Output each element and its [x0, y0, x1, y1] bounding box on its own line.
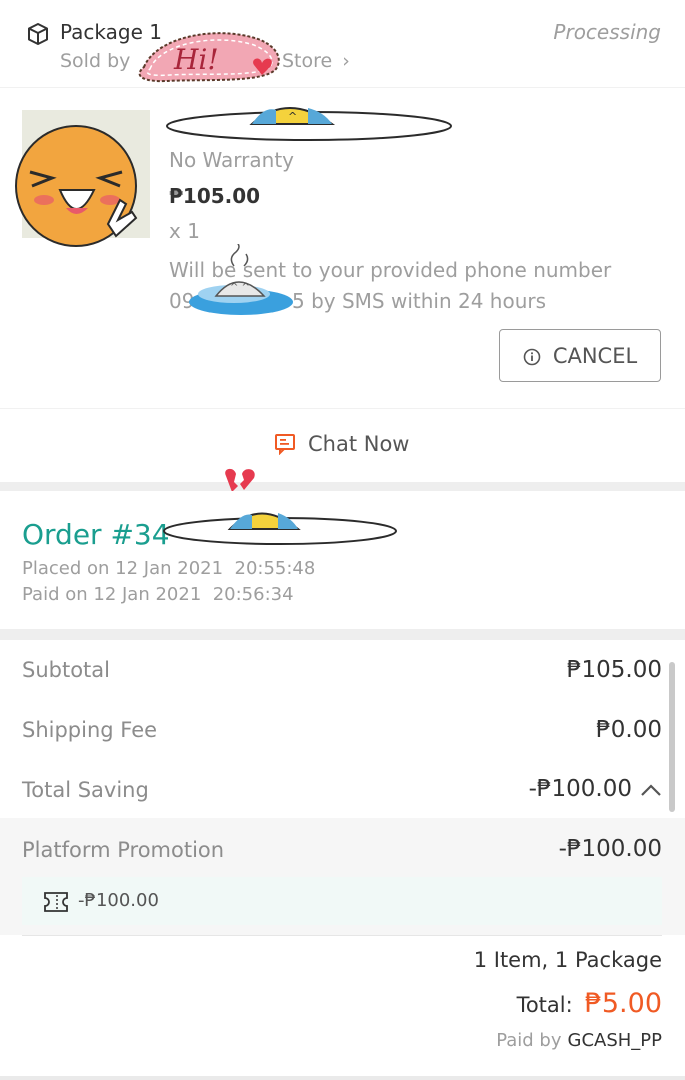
- product-price: ₱105.00: [169, 184, 261, 208]
- total-saving-label: Total Saving: [22, 778, 149, 802]
- chat-icon: [274, 433, 298, 456]
- redaction-blob: ^: [164, 92, 454, 146]
- store-link[interactable]: Store ›: [282, 50, 350, 72]
- chat-now-button[interactable]: Chat Now: [274, 432, 409, 456]
- divider: [0, 408, 685, 409]
- order-total: Total: ₱5.00: [517, 988, 662, 1019]
- total-saving-toggle[interactable]: -₱100.00: [529, 776, 662, 802]
- puddle-sticker: ^ ^: [186, 241, 296, 324]
- voucher-icon: [43, 891, 69, 913]
- paid-by: Paid by GCASH_PP: [496, 1030, 662, 1051]
- voucher-amount: -₱100.00: [78, 890, 159, 911]
- cancel-button[interactable]: CANCEL: [499, 329, 661, 382]
- broken-heart-sticker: [222, 466, 262, 494]
- product-quantity: x 1: [169, 219, 200, 243]
- subtotal-value: ₱105.00: [566, 657, 662, 683]
- scrollbar[interactable]: [669, 662, 675, 812]
- order-redaction-blob: [160, 498, 400, 550]
- package-status: Processing: [553, 20, 661, 44]
- total-label: Total:: [516, 993, 573, 1017]
- subtotal-label: Subtotal: [22, 658, 110, 682]
- chat-now-label: Chat Now: [308, 432, 410, 456]
- paid-by-label: Paid by: [496, 1030, 562, 1051]
- divider: [0, 87, 685, 88]
- sold-by-label: Sold by: [60, 50, 131, 72]
- hi-sticker-text: Hi!: [173, 43, 219, 76]
- svg-text:^ ^: ^ ^: [230, 282, 250, 293]
- chevron-up-icon: [640, 782, 662, 796]
- order-placed-time: Placed on 12 Jan 2021 20:55:48: [22, 558, 316, 579]
- svg-text:^: ^: [288, 110, 297, 123]
- order-paid-time: Paid on 12 Jan 2021 20:56:34: [22, 584, 294, 605]
- shipping-fee-label: Shipping Fee: [22, 718, 158, 742]
- platform-promotion-value: -₱100.00: [558, 836, 662, 862]
- emoji-face-sticker: [8, 120, 158, 250]
- order-number: Order #34: [22, 518, 170, 551]
- warranty-text: No Warranty: [169, 148, 295, 172]
- platform-promotion-label: Platform Promotion: [22, 838, 225, 862]
- cancel-label: CANCEL: [552, 343, 638, 368]
- sms-notice-suffix: 5 by SMS within 24 hours: [292, 289, 547, 313]
- info-icon: [523, 347, 541, 365]
- chevron-right-icon: ›: [342, 50, 350, 72]
- divider: [22, 935, 662, 936]
- items-count: 1 Item, 1 Package: [473, 948, 662, 972]
- package-icon: [26, 22, 50, 46]
- paid-by-method: GCASH_PP: [567, 1030, 663, 1051]
- bottom-edge: [0, 1076, 685, 1080]
- total-saving-value: -₱100.00: [528, 776, 632, 802]
- shipping-fee-value: ₱0.00: [596, 717, 662, 743]
- store-name: Store: [282, 50, 333, 72]
- total-value: ₱5.00: [584, 988, 662, 1019]
